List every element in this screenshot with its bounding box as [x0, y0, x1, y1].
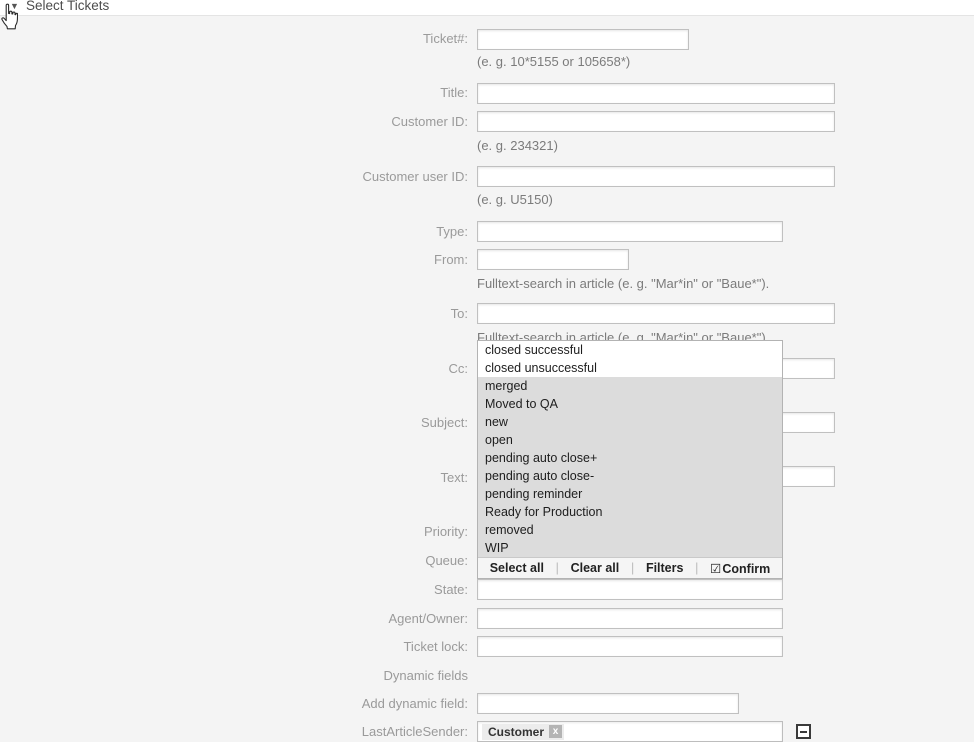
state-input[interactable]: [477, 579, 783, 600]
ticket-lock-input[interactable]: [477, 636, 783, 657]
customer-id-hint: (e. g. 234321): [477, 138, 558, 154]
add-dynamic-field-input[interactable]: [477, 693, 739, 714]
from-hint: Fulltext-search in article (e. g. "Mar*i…: [477, 276, 769, 292]
separator: |: [631, 561, 634, 575]
field-label-add-dynamic-field: Add dynamic field:: [0, 696, 468, 712]
field-label-to: To:: [0, 306, 468, 322]
state-option[interactable]: pending auto close+: [478, 449, 782, 467]
select-all-button[interactable]: Select all: [490, 561, 544, 575]
state-option[interactable]: closed unsuccessful: [478, 359, 782, 377]
to-input[interactable]: [477, 303, 835, 324]
ticket-search-page: { "header": { "title": "Select Tickets" …: [0, 0, 974, 742]
state-option[interactable]: pending auto close-: [478, 467, 782, 485]
state-option[interactable]: closed successful: [478, 341, 782, 359]
field-label-priority: Priority:: [0, 524, 468, 540]
field-label-subject: Subject:: [0, 415, 468, 431]
confirm-label: Confirm: [722, 562, 770, 576]
confirm-button[interactable]: ☑Confirm: [710, 561, 770, 576]
ticket-number-input[interactable]: [477, 29, 689, 50]
state-option[interactable]: open: [478, 431, 782, 449]
field-label-state: State:: [0, 582, 468, 598]
separator: |: [695, 561, 698, 575]
remove-tag-icon[interactable]: x: [549, 725, 562, 738]
clear-all-button[interactable]: Clear all: [571, 561, 620, 575]
field-label-queue: Queue:: [0, 553, 468, 569]
filters-button[interactable]: Filters: [646, 561, 684, 575]
customer-id-input[interactable]: [477, 111, 835, 132]
state-option[interactable]: Moved to QA: [478, 395, 782, 413]
state-option[interactable]: Ready for Production: [478, 503, 782, 521]
field-label-agent-owner: Agent/Owner:: [0, 611, 468, 627]
field-label-last-article-sender: LastArticleSender:: [0, 724, 468, 740]
field-label-customer-id: Customer ID:: [0, 114, 468, 130]
ticket-number-hint: (e. g. 10*5155 or 105658*): [477, 54, 630, 70]
field-label-ticket-number: Ticket#:: [0, 31, 468, 47]
customer-user-id-input[interactable]: [477, 166, 835, 187]
state-option[interactable]: WIP: [478, 539, 782, 557]
state-option[interactable]: new: [478, 413, 782, 431]
field-label-type: Type:: [0, 224, 468, 240]
state-option[interactable]: removed: [478, 521, 782, 539]
field-label-title: Title:: [0, 85, 468, 101]
title-input[interactable]: [477, 83, 835, 104]
field-label-ticket-lock: Ticket lock:: [0, 639, 468, 655]
state-option[interactable]: merged: [478, 377, 782, 395]
field-label-text: Text:: [0, 470, 468, 486]
agent-owner-input[interactable]: [477, 608, 783, 629]
customer-user-id-hint: (e. g. U5150): [477, 192, 553, 208]
field-label-from: From:: [0, 252, 468, 268]
mouse-cursor-icon: [0, 3, 18, 30]
type-input[interactable]: [477, 221, 783, 242]
checkbox-checked-icon: ☑: [710, 562, 721, 576]
separator: |: [556, 561, 559, 575]
field-label-cc: Cc:: [0, 361, 468, 377]
dropdown-action-bar: Select all | Clear all | Filters | ☑Conf…: [478, 557, 782, 578]
page-title: Select Tickets: [26, 0, 109, 14]
last-article-sender-field[interactable]: Customer x: [477, 721, 783, 742]
from-input[interactable]: [477, 249, 629, 270]
state-option[interactable]: pending reminder: [478, 485, 782, 503]
remove-dynamic-field-button[interactable]: [796, 724, 811, 739]
field-label-customer-user-id: Customer user ID:: [0, 169, 468, 185]
dynamic-fields-heading: Dynamic fields: [0, 668, 468, 684]
selected-value-label: Customer: [488, 725, 544, 739]
state-dropdown-list: closed successful closed unsuccessful me…: [477, 340, 783, 579]
widget-header[interactable]: ▼ Select Tickets: [0, 0, 974, 16]
minus-icon: [800, 731, 807, 733]
selected-value-tag: Customer x: [482, 724, 564, 740]
